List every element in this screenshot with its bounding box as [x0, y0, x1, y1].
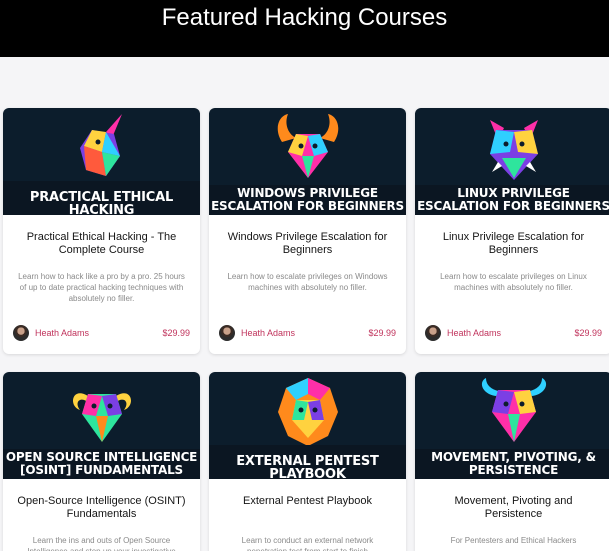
course-description: Learn how to escalate privileges on Linu…	[440, 272, 587, 292]
course-banner-text: External Pentest Playbook	[209, 445, 406, 479]
author-name[interactable]: Heath Adams	[241, 328, 368, 338]
ram-icon	[72, 393, 131, 442]
course-thumbnail[interactable]: Windows Privilege Escalation for Beginne…	[209, 108, 406, 215]
unicorn-icon	[79, 114, 122, 176]
course-banner-text: Open Source Intelligence [OSINT] Fundame…	[3, 449, 200, 479]
course-title[interactable]: External Pentest Playbook	[209, 479, 406, 523]
course-thumbnail[interactable]: External Pentest Playbook	[209, 372, 406, 479]
course-description: Learn how to hack like a pro by a pro. 2…	[18, 272, 185, 303]
course-description: Learn to conduct an external network pen…	[241, 536, 374, 551]
course-card-windows-privesc[interactable]: Windows Privilege Escalation for Beginne…	[209, 108, 406, 354]
horned-beast-icon	[277, 114, 338, 178]
boar-icon	[489, 120, 538, 180]
course-thumbnail[interactable]: Open Source Intelligence [OSINT] Fundame…	[3, 372, 200, 479]
course-card-osint-fundamentals[interactable]: Open Source Intelligence [OSINT] Fundame…	[3, 372, 200, 551]
course-price: $29.99	[574, 328, 602, 338]
course-banner-text: Practical Ethical Hacking	[3, 181, 200, 215]
author-avatar	[13, 325, 29, 341]
course-thumbnail[interactable]: Linux Privilege Escalation for Beginners	[415, 108, 609, 215]
course-title[interactable]: Practical Ethical Hacking - The Complete…	[3, 215, 200, 259]
course-description: Learn the ins and outs of Open Source In…	[27, 536, 176, 551]
lion-icon	[277, 378, 338, 446]
course-title[interactable]: Linux Privilege Escalation for Beginners	[415, 215, 609, 259]
course-card-external-pentest[interactable]: External Pentest Playbook External Pente…	[209, 372, 406, 551]
course-price: $29.99	[368, 328, 396, 338]
course-title[interactable]: Movement, Pivoting and Persistence	[415, 479, 609, 523]
course-card-movement-pivoting[interactable]: Movement, Pivoting, & Persistence Moveme…	[415, 372, 609, 551]
course-banner-text: Movement, Pivoting, & Persistence	[415, 449, 609, 479]
author-name[interactable]: Heath Adams	[447, 328, 574, 338]
course-thumbnail[interactable]: Practical Ethical Hacking	[3, 108, 200, 215]
course-price: $29.99	[162, 328, 190, 338]
course-title[interactable]: Open-Source Intelligence (OSINT) Fundame…	[3, 479, 200, 523]
page-header: Featured Hacking Courses	[0, 0, 609, 57]
page-title: Featured Hacking Courses	[161, 4, 448, 31]
course-description: For Pentesters and Ethical Hackers	[450, 536, 577, 545]
bull-icon	[481, 378, 546, 442]
author-avatar	[425, 325, 441, 341]
course-footer: Heath Adams $29.99	[219, 324, 396, 342]
author-avatar	[219, 325, 235, 341]
course-card-practical-ethical-hacking[interactable]: Practical Ethical Hacking Practical Ethi…	[3, 108, 200, 354]
course-footer: Heath Adams $29.99	[13, 324, 190, 342]
course-description: Learn how to escalate privileges on Wind…	[227, 272, 388, 292]
course-banner-text: Windows Privilege Escalation for Beginne…	[209, 185, 406, 215]
course-footer: Heath Adams $29.99	[425, 324, 602, 342]
course-title[interactable]: Windows Privilege Escalation for Beginne…	[209, 215, 406, 259]
course-banner-text: Linux Privilege Escalation for Beginners	[415, 185, 609, 215]
course-thumbnail[interactable]: Movement, Pivoting, & Persistence	[415, 372, 609, 479]
author-name[interactable]: Heath Adams	[35, 328, 162, 338]
course-card-linux-privesc[interactable]: Linux Privilege Escalation for Beginners…	[415, 108, 609, 354]
